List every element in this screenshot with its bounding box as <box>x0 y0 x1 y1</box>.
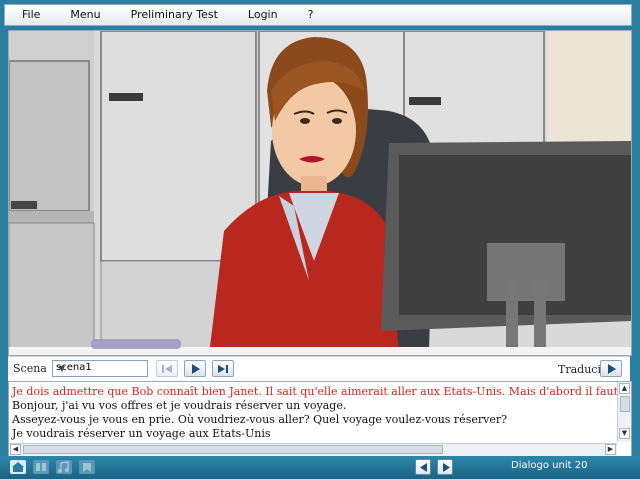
scena-label: Scena <box>13 362 47 375</box>
skip-forward-icon <box>218 365 228 373</box>
bottom-toolbar: Dialogo unit 20 <box>0 456 640 479</box>
play-icon <box>192 364 200 374</box>
menu-menu[interactable]: Menu <box>53 5 113 25</box>
chevron-down-icon: ▼ <box>58 364 66 373</box>
scroll-down-icon[interactable]: ▼ <box>619 428 630 439</box>
skip-forward-button[interactable] <box>212 360 234 377</box>
traduci-label: Traduci <box>558 363 601 376</box>
traduci-play-button[interactable] <box>600 360 622 377</box>
menu-preliminary-test[interactable]: Preliminary Test <box>114 5 231 25</box>
scroll-up-icon[interactable]: ▲ <box>619 383 630 394</box>
scene-control-bar: Scena scena1 ▼ Traduci <box>8 356 630 381</box>
vertical-scrollbar[interactable]: ▲ ▼ <box>617 382 631 442</box>
grid-icon[interactable] <box>33 460 49 474</box>
dialogue-line: Je voudrais réserver un voyage aux Etats… <box>12 427 271 440</box>
dialogue-line-narration: Je dois admettre que Bob connaît bien Ja… <box>12 385 631 398</box>
home-icon[interactable] <box>10 460 26 474</box>
bookmark-icon[interactable] <box>79 460 95 474</box>
scene-illustration <box>8 30 632 356</box>
music-icon[interactable] <box>56 460 72 474</box>
unit-label: Dialogo unit 20 <box>511 460 588 471</box>
previous-button[interactable] <box>415 459 431 475</box>
horizontal-scrollbar[interactable]: ◀ ▶ <box>9 443 617 456</box>
play-icon <box>608 364 616 374</box>
office-scene-image <box>9 31 631 355</box>
skip-back-icon <box>162 365 172 373</box>
next-button[interactable] <box>437 459 453 475</box>
app-window: File Menu Preliminary Test Login ? Scena… <box>0 0 640 479</box>
dialogue-line: Bonjour, j'ai vu vos offres et je voudra… <box>12 399 347 412</box>
scroll-right-icon[interactable]: ▶ <box>605 444 616 455</box>
scroll-thumb[interactable] <box>620 396 630 412</box>
scroll-left-icon[interactable]: ◀ <box>10 444 21 455</box>
chevron-left-icon <box>420 463 427 472</box>
chevron-right-icon <box>443 463 450 472</box>
scena-select[interactable]: scena1 ▼ <box>52 360 148 377</box>
scroll-thumb[interactable] <box>23 445 443 454</box>
play-button[interactable] <box>184 360 206 377</box>
menu-login[interactable]: Login <box>231 5 291 25</box>
rewind-button[interactable] <box>156 360 178 377</box>
menu-file[interactable]: File <box>5 5 53 25</box>
dialogue-text-panel[interactable]: Je dois admettre que Bob connaît bien Ja… <box>8 381 632 457</box>
dialogue-line: Asseyez-vous je vous en prie. Où voudrie… <box>12 413 507 426</box>
menu-help[interactable]: ? <box>291 5 327 25</box>
menu-bar: File Menu Preliminary Test Login ? <box>4 4 632 26</box>
